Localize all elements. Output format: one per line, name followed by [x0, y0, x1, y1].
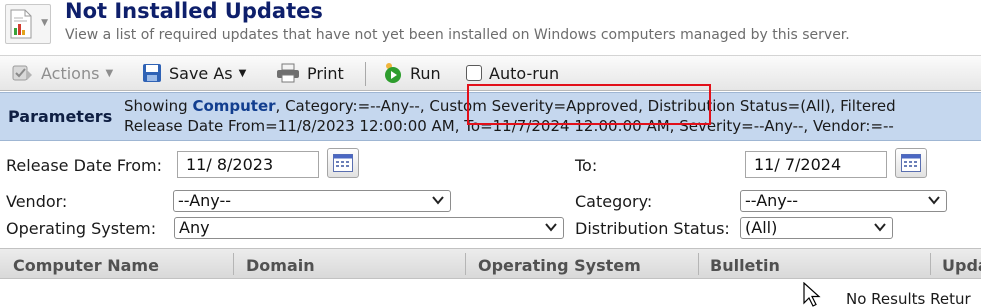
column-header-operating-system[interactable]: Operating System [478, 256, 641, 275]
vendor-select-value: --Any-- [178, 191, 232, 210]
column-header-domain[interactable]: Domain [246, 256, 315, 275]
vendor-label: Vendor: [6, 192, 68, 211]
to-date-label: To: [575, 156, 598, 175]
category-select[interactable]: --Any-- [740, 190, 947, 212]
page-header: ▼ Not Installed Updates View a list of r… [0, 0, 981, 50]
to-date-input[interactable] [745, 151, 887, 178]
distribution-status-select[interactable]: (All) [740, 217, 893, 239]
chevron-down-icon: ▼ [105, 67, 114, 79]
save-icon [143, 64, 161, 82]
chevron-down-icon [545, 223, 557, 232]
report-menu-button[interactable]: ▼ [5, 4, 51, 44]
to-date-calendar-button[interactable] [895, 148, 927, 178]
actions-icon [12, 65, 32, 81]
page-description: View a list of required updates that hav… [65, 27, 850, 43]
release-date-from-input[interactable] [177, 151, 319, 178]
toolbar-divider [365, 62, 366, 86]
results-grid-header: Computer Name Domain Operating System Bu… [0, 248, 981, 279]
autorun-checkbox[interactable] [466, 65, 482, 81]
operating-system-select-value: Any [179, 218, 210, 237]
chevron-down-icon: ▼ [238, 67, 247, 79]
empty-results-message: No Results Retur [846, 290, 971, 308]
print-button[interactable]: Print [276, 62, 344, 84]
autorun-toggle[interactable]: Auto-run [466, 62, 559, 84]
category-select-value: --Any-- [745, 191, 799, 210]
mouse-pointer-icon [803, 282, 821, 307]
run-icon [385, 63, 401, 83]
column-header-bulletin[interactable]: Bulletin [710, 256, 780, 275]
column-divider[interactable] [465, 253, 466, 275]
chevron-down-icon [928, 196, 940, 205]
operating-system-select[interactable]: Any [174, 217, 564, 239]
vendor-select[interactable]: --Any-- [173, 190, 451, 212]
chevron-down-icon [432, 196, 444, 205]
column-header-computer-name[interactable]: Computer Name [13, 256, 159, 275]
parameters-label: Parameters [8, 107, 113, 126]
distribution-status-label: Distribution Status: [575, 219, 730, 238]
run-label: Run [410, 63, 441, 83]
column-header-update[interactable]: Upda [942, 256, 981, 275]
parameters-entity: Computer [192, 97, 276, 115]
chevron-down-icon [874, 223, 886, 232]
release-date-from-label: Release Date From: [6, 156, 162, 175]
calendar-icon [333, 154, 353, 172]
printer-icon [277, 63, 299, 83]
run-button[interactable]: Run [383, 62, 441, 84]
column-divider[interactable] [930, 253, 931, 275]
column-divider[interactable] [233, 253, 234, 275]
save-as-button[interactable]: Save As ▼ [142, 62, 246, 84]
operating-system-label: Operating System: [6, 219, 157, 238]
report-icon [10, 9, 32, 39]
parameters-prefix: Showing [124, 97, 193, 115]
chevron-down-icon: ▼ [41, 18, 48, 28]
actions-button[interactable]: Actions ▼ [12, 62, 113, 84]
page-title: Not Installed Updates [65, 0, 323, 23]
autorun-label: Auto-run [489, 63, 560, 83]
actions-label: Actions [41, 63, 100, 83]
column-divider[interactable] [698, 253, 699, 275]
release-date-from-calendar-button[interactable] [327, 148, 359, 178]
save-as-label: Save As [169, 63, 233, 83]
print-label: Print [307, 63, 344, 83]
category-label: Category: [575, 192, 653, 211]
distribution-status-select-value: (All) [745, 218, 778, 237]
calendar-icon [901, 154, 921, 172]
annotation-highlight-box [467, 84, 711, 125]
